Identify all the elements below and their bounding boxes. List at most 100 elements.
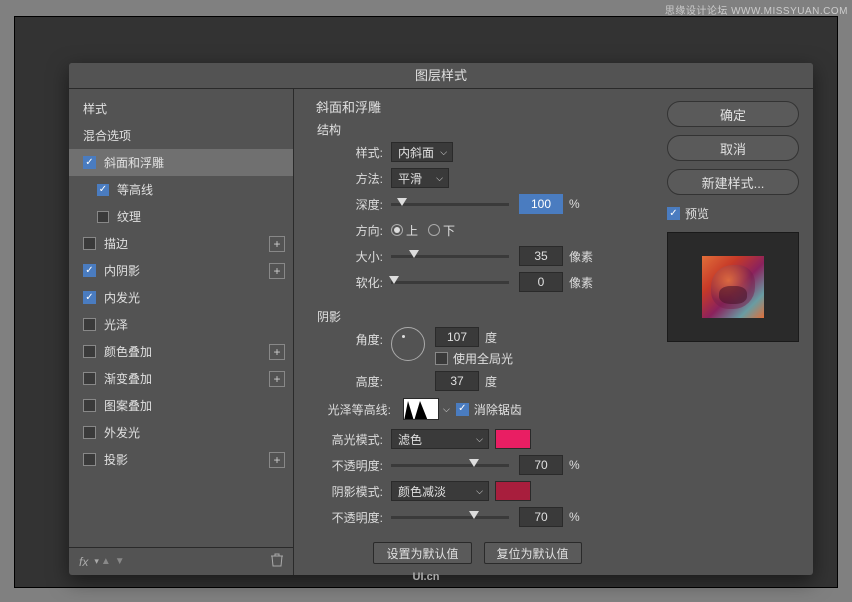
checkbox-icon[interactable] <box>83 156 96 169</box>
style-dropdown[interactable]: 内斜面⌵ <box>391 142 453 162</box>
structure-group: 结构 样式: 内斜面⌵ 方法: 平滑⌵ 深度: % <box>316 118 639 297</box>
item-label: 外发光 <box>104 424 140 441</box>
shadow-color-swatch[interactable] <box>495 481 531 501</box>
item-label: 图案叠加 <box>104 397 152 414</box>
unit: 度 <box>485 329 497 346</box>
cancel-button[interactable]: 取消 <box>667 135 799 161</box>
sidebar-item-outer-glow[interactable]: 外发光 <box>69 419 293 446</box>
section-title: 斜面和浮雕 <box>316 97 639 116</box>
item-label: 纹理 <box>117 208 141 225</box>
watermark-top: 思缘设计论坛 WWW.MISSYUAN.COM <box>665 2 848 17</box>
global-light-checkbox[interactable] <box>435 352 448 365</box>
sidebar-item-styles[interactable]: 样式 <box>69 95 293 122</box>
shadow-opacity-slider[interactable] <box>391 516 509 519</box>
soften-input[interactable] <box>519 272 563 292</box>
sidebar-item-pattern-overlay[interactable]: 图案叠加 <box>69 392 293 419</box>
checkbox-icon[interactable] <box>83 453 96 466</box>
plus-icon[interactable]: + <box>269 344 285 360</box>
sidebar-item-color-overlay[interactable]: 颜色叠加 + <box>69 338 293 365</box>
settings-panel: 斜面和浮雕 结构 样式: 内斜面⌵ 方法: 平滑⌵ 深度: <box>294 89 653 575</box>
down-arrow-icon[interactable]: ▼ <box>115 556 125 567</box>
sidebar-item-drop-shadow[interactable]: 投影 + <box>69 446 293 473</box>
shadow-opacity-input[interactable] <box>519 507 563 527</box>
radio-label: 上 <box>406 222 418 239</box>
plus-icon[interactable]: + <box>269 236 285 252</box>
watermark-bottom: UI.cn <box>413 571 440 583</box>
dropdown-value: 滤色 <box>398 431 422 448</box>
unit: % <box>569 458 580 472</box>
sidebar-item-contour[interactable]: 等高线 <box>69 176 293 203</box>
dropdown-value: 颜色减淡 <box>398 483 446 500</box>
item-label: 样式 <box>83 100 107 117</box>
checkbox-icon[interactable] <box>83 426 96 439</box>
antialias-checkbox[interactable] <box>456 403 469 416</box>
sidebar-item-blend[interactable]: 混合选项 <box>69 122 293 149</box>
sidebar-item-inner-shadow[interactable]: 内阴影 + <box>69 257 293 284</box>
depth-label: 深度: <box>317 196 391 213</box>
plus-icon[interactable]: + <box>269 263 285 279</box>
dropdown-value: 平滑 <box>398 170 422 187</box>
set-default-button[interactable]: 设置为默认值 <box>373 542 471 564</box>
sidebar-item-satin[interactable]: 光泽 <box>69 311 293 338</box>
angle-control[interactable] <box>391 327 425 361</box>
size-input[interactable] <box>519 246 563 266</box>
dialog-title: 图层样式 <box>69 63 813 89</box>
preview-box <box>667 232 799 342</box>
up-arrow-icon[interactable]: ▲ <box>101 556 111 567</box>
checkbox-icon[interactable] <box>83 399 96 412</box>
checkbox-icon[interactable] <box>83 372 96 385</box>
highlight-opacity-input[interactable] <box>519 455 563 475</box>
checkbox-icon[interactable] <box>83 237 96 250</box>
checkbox-icon[interactable] <box>97 184 109 196</box>
checkbox-icon[interactable] <box>83 291 96 304</box>
item-label: 光泽 <box>104 316 128 333</box>
chevron-down-icon[interactable]: ⌵ <box>443 404 450 415</box>
altitude-input[interactable] <box>435 371 479 391</box>
sidebar-item-gradient-overlay[interactable]: 渐变叠加+ <box>69 365 293 392</box>
highlight-opacity-slider[interactable] <box>391 464 509 467</box>
size-label: 大小: <box>317 248 391 265</box>
plus-icon[interactable]: + <box>269 452 285 468</box>
radio-label: 下 <box>443 222 455 239</box>
sidebar-item-texture[interactable]: 纹理 <box>69 203 293 230</box>
item-label: 描边 <box>104 235 128 252</box>
chevron-down-icon: ⌵ <box>436 173 443 184</box>
sidebar-footer: fx ▾ ▲ ▼ <box>69 547 293 575</box>
sidebar-item-inner-glow[interactable]: 内发光 <box>69 284 293 311</box>
ok-button[interactable]: 确定 <box>667 101 799 127</box>
item-label: 内阴影 <box>104 262 140 279</box>
angle-input[interactable] <box>435 327 479 347</box>
contour-picker[interactable] <box>403 398 439 420</box>
shadow-mode-dropdown[interactable]: 颜色减淡⌵ <box>391 481 489 501</box>
depth-input[interactable] <box>519 194 563 214</box>
item-label: 混合选项 <box>83 127 131 144</box>
highlight-mode-dropdown[interactable]: 滤色⌵ <box>391 429 489 449</box>
new-style-button[interactable]: 新建样式... <box>667 169 799 195</box>
sidebar-item-bevel[interactable]: 斜面和浮雕 <box>69 149 293 176</box>
direction-down-radio[interactable] <box>428 224 440 236</box>
checkbox-icon[interactable] <box>83 318 96 331</box>
item-label: 颜色叠加 <box>104 343 152 360</box>
plus-icon[interactable]: + <box>269 371 285 387</box>
depth-slider[interactable] <box>391 203 509 206</box>
unit: 像素 <box>569 248 593 265</box>
trash-icon[interactable] <box>271 553 283 570</box>
reset-default-button[interactable]: 复位为默认值 <box>484 542 582 564</box>
direction-up-radio[interactable] <box>391 224 403 236</box>
sidebar-item-stroke[interactable]: 描边 + <box>69 230 293 257</box>
preview-toggle[interactable]: 预览 <box>667 205 799 222</box>
app-frame: 图层样式 样式 混合选项 斜面和浮雕 等高线 纹理 描边 + 内阴影 + 内发光 光… <box>14 16 838 588</box>
style-list: 样式 混合选项 斜面和浮雕 等高线 纹理 描边 + 内阴影 + 内发光 光泽 颜色叠… <box>69 89 293 547</box>
preview-checkbox[interactable] <box>667 207 680 220</box>
highlight-color-swatch[interactable] <box>495 429 531 449</box>
soften-slider[interactable] <box>391 281 509 284</box>
checkbox-icon[interactable] <box>97 211 109 223</box>
altitude-label: 高度: <box>317 373 391 390</box>
fx-label[interactable]: fx <box>79 555 88 569</box>
item-label: 投影 <box>104 451 128 468</box>
size-slider[interactable] <box>391 255 509 258</box>
method-dropdown[interactable]: 平滑 ⌵ <box>391 168 449 188</box>
checkbox-icon[interactable] <box>83 264 96 277</box>
unit: 像素 <box>569 274 593 291</box>
checkbox-icon[interactable] <box>83 345 96 358</box>
